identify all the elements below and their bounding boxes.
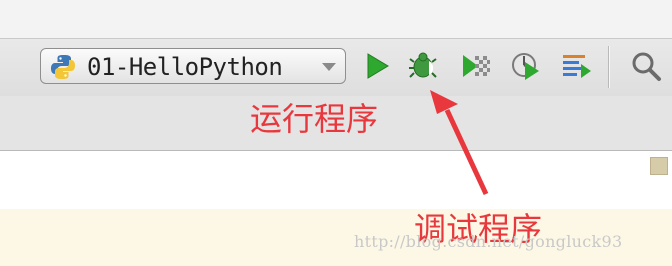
run-triangle-icon[interactable] (362, 50, 394, 82)
chevron-down-icon[interactable] (321, 62, 337, 72)
python-logo-icon (51, 55, 75, 79)
window-top-strip (0, 0, 672, 38)
toolbar-separator (608, 46, 610, 88)
run-configuration-selector[interactable]: 01-HelloPython (40, 48, 346, 84)
run-configuration-name: 01-HelloPython (87, 53, 283, 81)
profile-icon[interactable] (510, 50, 542, 82)
bug-icon[interactable] (408, 50, 440, 82)
gutter-marker (650, 157, 668, 175)
search-icon[interactable] (630, 50, 662, 82)
watermark-text: http://blog.csdn.net/gongluck93 (354, 232, 623, 251)
coverage-icon[interactable] (459, 50, 491, 82)
run-program-annotation: 运行程序 (250, 100, 379, 138)
concurrency-icon[interactable] (560, 50, 592, 82)
